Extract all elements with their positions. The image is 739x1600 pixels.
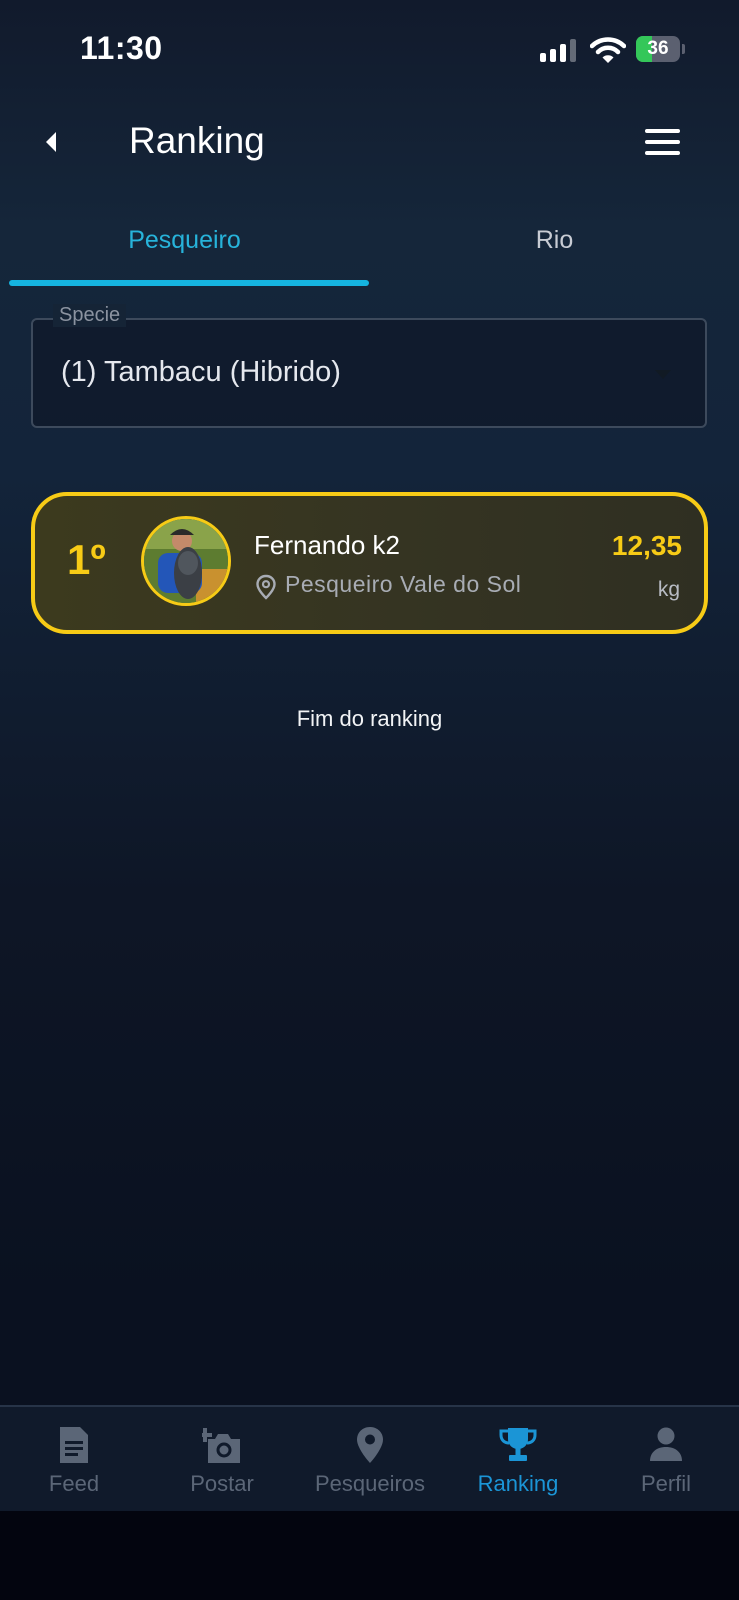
page-title: Ranking [129,120,265,161]
nav-label-pesqueiros: Pesqueiros [314,1471,426,1496]
nav-ranking[interactable]: Ranking [444,1407,592,1511]
add-photo-icon [202,1428,240,1463]
end-of-ranking-label: Fim do ranking [296,706,443,731]
rank-position: 1º [67,536,106,583]
catch-weight: 12,35 [611,530,682,561]
wifi-icon [589,36,627,64]
nav-postar[interactable]: Postar [148,1407,296,1511]
weight-unit: kg [657,578,680,601]
person-icon [650,1427,682,1461]
nav-pesqueiros[interactable]: Pesqueiros [296,1407,444,1511]
nav-feed[interactable]: Feed [0,1407,148,1511]
nav-label-postar: Postar [190,1471,254,1496]
species-dropdown[interactable]: Specie (1) Tambacu (Hibrido) [31,304,707,428]
user-location: Pesqueiro Vale do Sol [285,571,522,597]
tab-rio[interactable]: Rio [370,192,739,287]
species-selected-value: (1) Tambacu (Hibrido) [61,356,341,388]
nav-label-perfil: Perfil [640,1471,692,1496]
nav-perfil[interactable]: Perfil [592,1407,739,1511]
app-header: Ranking [0,100,739,190]
ranking-tabs: Pesqueiro Rio [0,192,739,287]
chevron-left-icon [46,132,56,152]
bottom-navigation: Feed Postar Pesqueiros Ranking Perfil [0,1405,739,1511]
status-time: 11:30 [80,30,163,66]
hamburger-menu-icon [645,129,680,133]
app-screen: 11:30 36 Ranking Pesqueiro Rio Specie (1… [0,0,739,1511]
battery-level: 36 [647,38,669,59]
location-pin-icon [256,574,276,600]
ranking-card[interactable]: 1º Fernando k2 Pesqueiro Vale do Sol 12,… [31,492,708,634]
cellular-signal-icon [540,38,578,62]
location-pin-icon [357,1427,383,1463]
trophy-icon [499,1428,537,1461]
user-name: Fernando k2 [254,530,400,560]
nav-label-feed: Feed [48,1471,100,1496]
nav-label-ranking: Ranking [477,1471,559,1496]
status-bar: 11:30 36 [0,0,739,100]
species-label: Specie [53,304,127,327]
battery-icon: 36 [636,36,686,62]
tab-pesqueiro[interactable]: Pesqueiro [0,192,369,287]
dropdown-arrow-icon [655,370,671,379]
avatar [141,516,231,606]
document-icon [60,1427,88,1463]
active-tab-indicator [9,280,369,286]
back-button[interactable] [36,120,72,164]
menu-button[interactable] [636,122,686,162]
